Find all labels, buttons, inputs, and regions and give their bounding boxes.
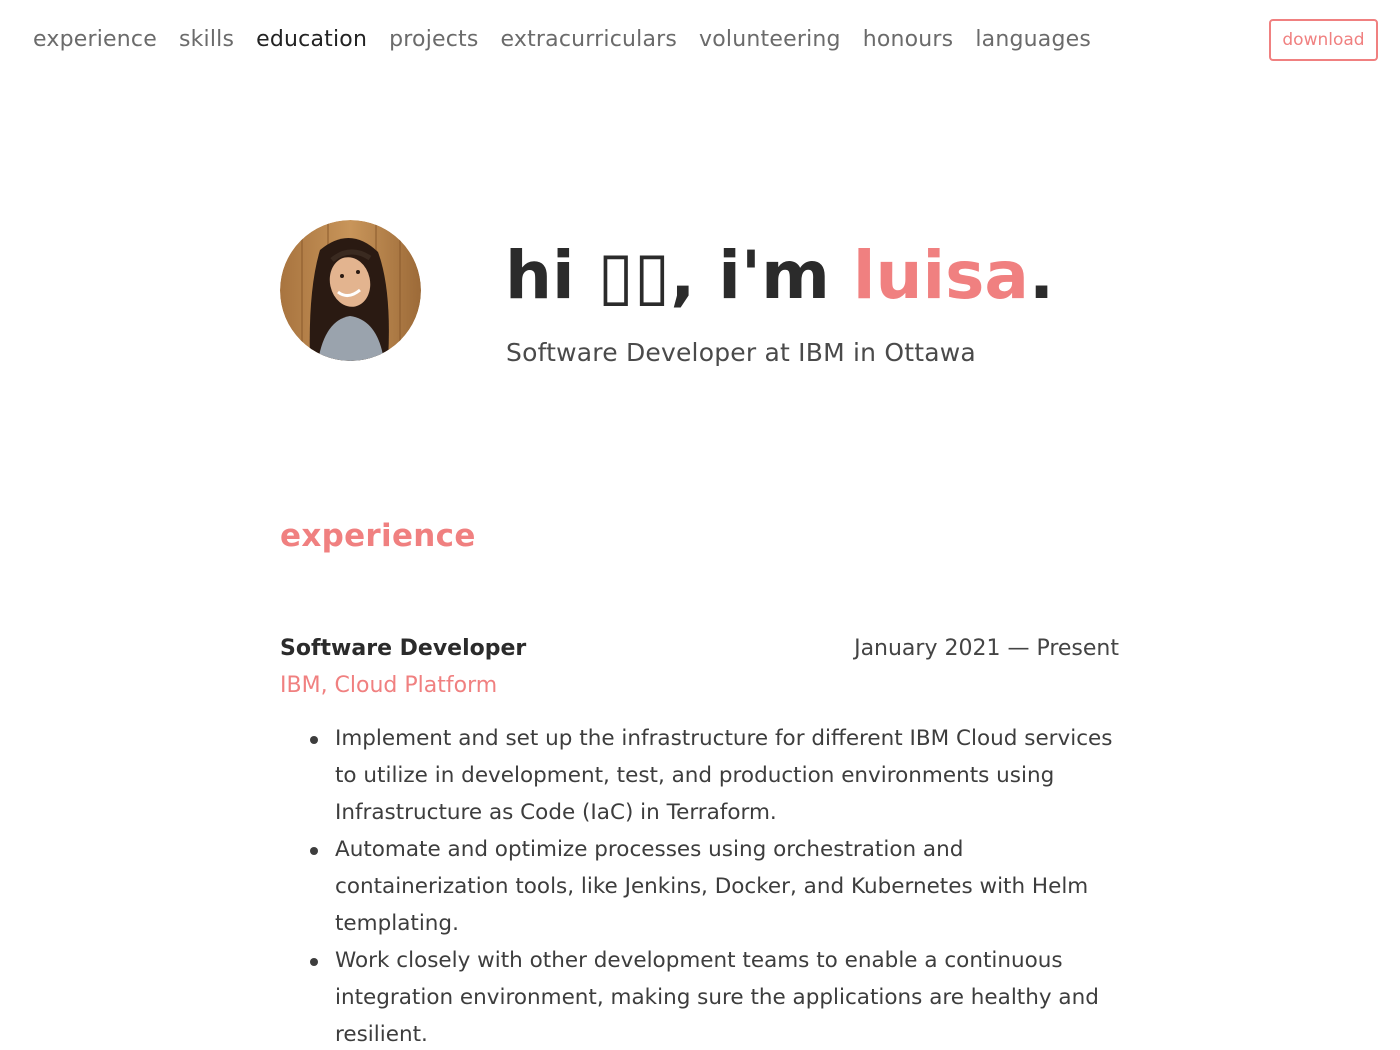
section-title-experience: experience — [280, 518, 476, 554]
nav-link-extracurriculars[interactable]: extracurriculars — [501, 24, 678, 56]
hero-name: luisa — [852, 237, 1029, 314]
nav-link-honours[interactable]: honours — [863, 24, 954, 56]
job-company: IBM, Cloud Platform — [280, 673, 498, 698]
nav-link-volunteering[interactable]: volunteering — [699, 24, 841, 56]
hero-greeting: hi — [505, 237, 575, 314]
job-bullet: Automate and optimize processes using or… — [280, 831, 1125, 942]
nav-link-experience[interactable]: experience — [33, 24, 157, 56]
resume-page: experience skills education projects ext… — [0, 0, 1400, 1050]
nav-links: experience skills education projects ext… — [33, 24, 1091, 56]
job-bullet: Work closely with other development team… — [280, 942, 1125, 1050]
avatar — [280, 220, 421, 361]
hero-subtitle: Software Developer at IBM in Ottawa — [506, 338, 976, 367]
hero-intro: , i'm — [670, 237, 830, 314]
profile-photo-icon — [280, 220, 421, 361]
hero-period: . — [1028, 237, 1055, 314]
nav-link-languages[interactable]: languages — [975, 24, 1091, 56]
nav-link-education[interactable]: education — [256, 24, 367, 56]
job-dates: January 2021 — Present — [854, 636, 1119, 661]
job-bullet-list: Implement and set up the infrastructure … — [280, 720, 1125, 1050]
hero-glyphs: ▯▯ — [597, 237, 671, 314]
top-navigation: experience skills education projects ext… — [0, 0, 1400, 80]
job-title: Software Developer — [280, 636, 527, 661]
nav-link-projects[interactable]: projects — [389, 24, 478, 56]
nav-link-skills[interactable]: skills — [179, 24, 234, 56]
download-button[interactable]: download — [1269, 19, 1378, 61]
job-bullet: Implement and set up the infrastructure … — [280, 720, 1125, 831]
hero-title: hi ▯▯, i'm luisa. — [505, 236, 1054, 316]
